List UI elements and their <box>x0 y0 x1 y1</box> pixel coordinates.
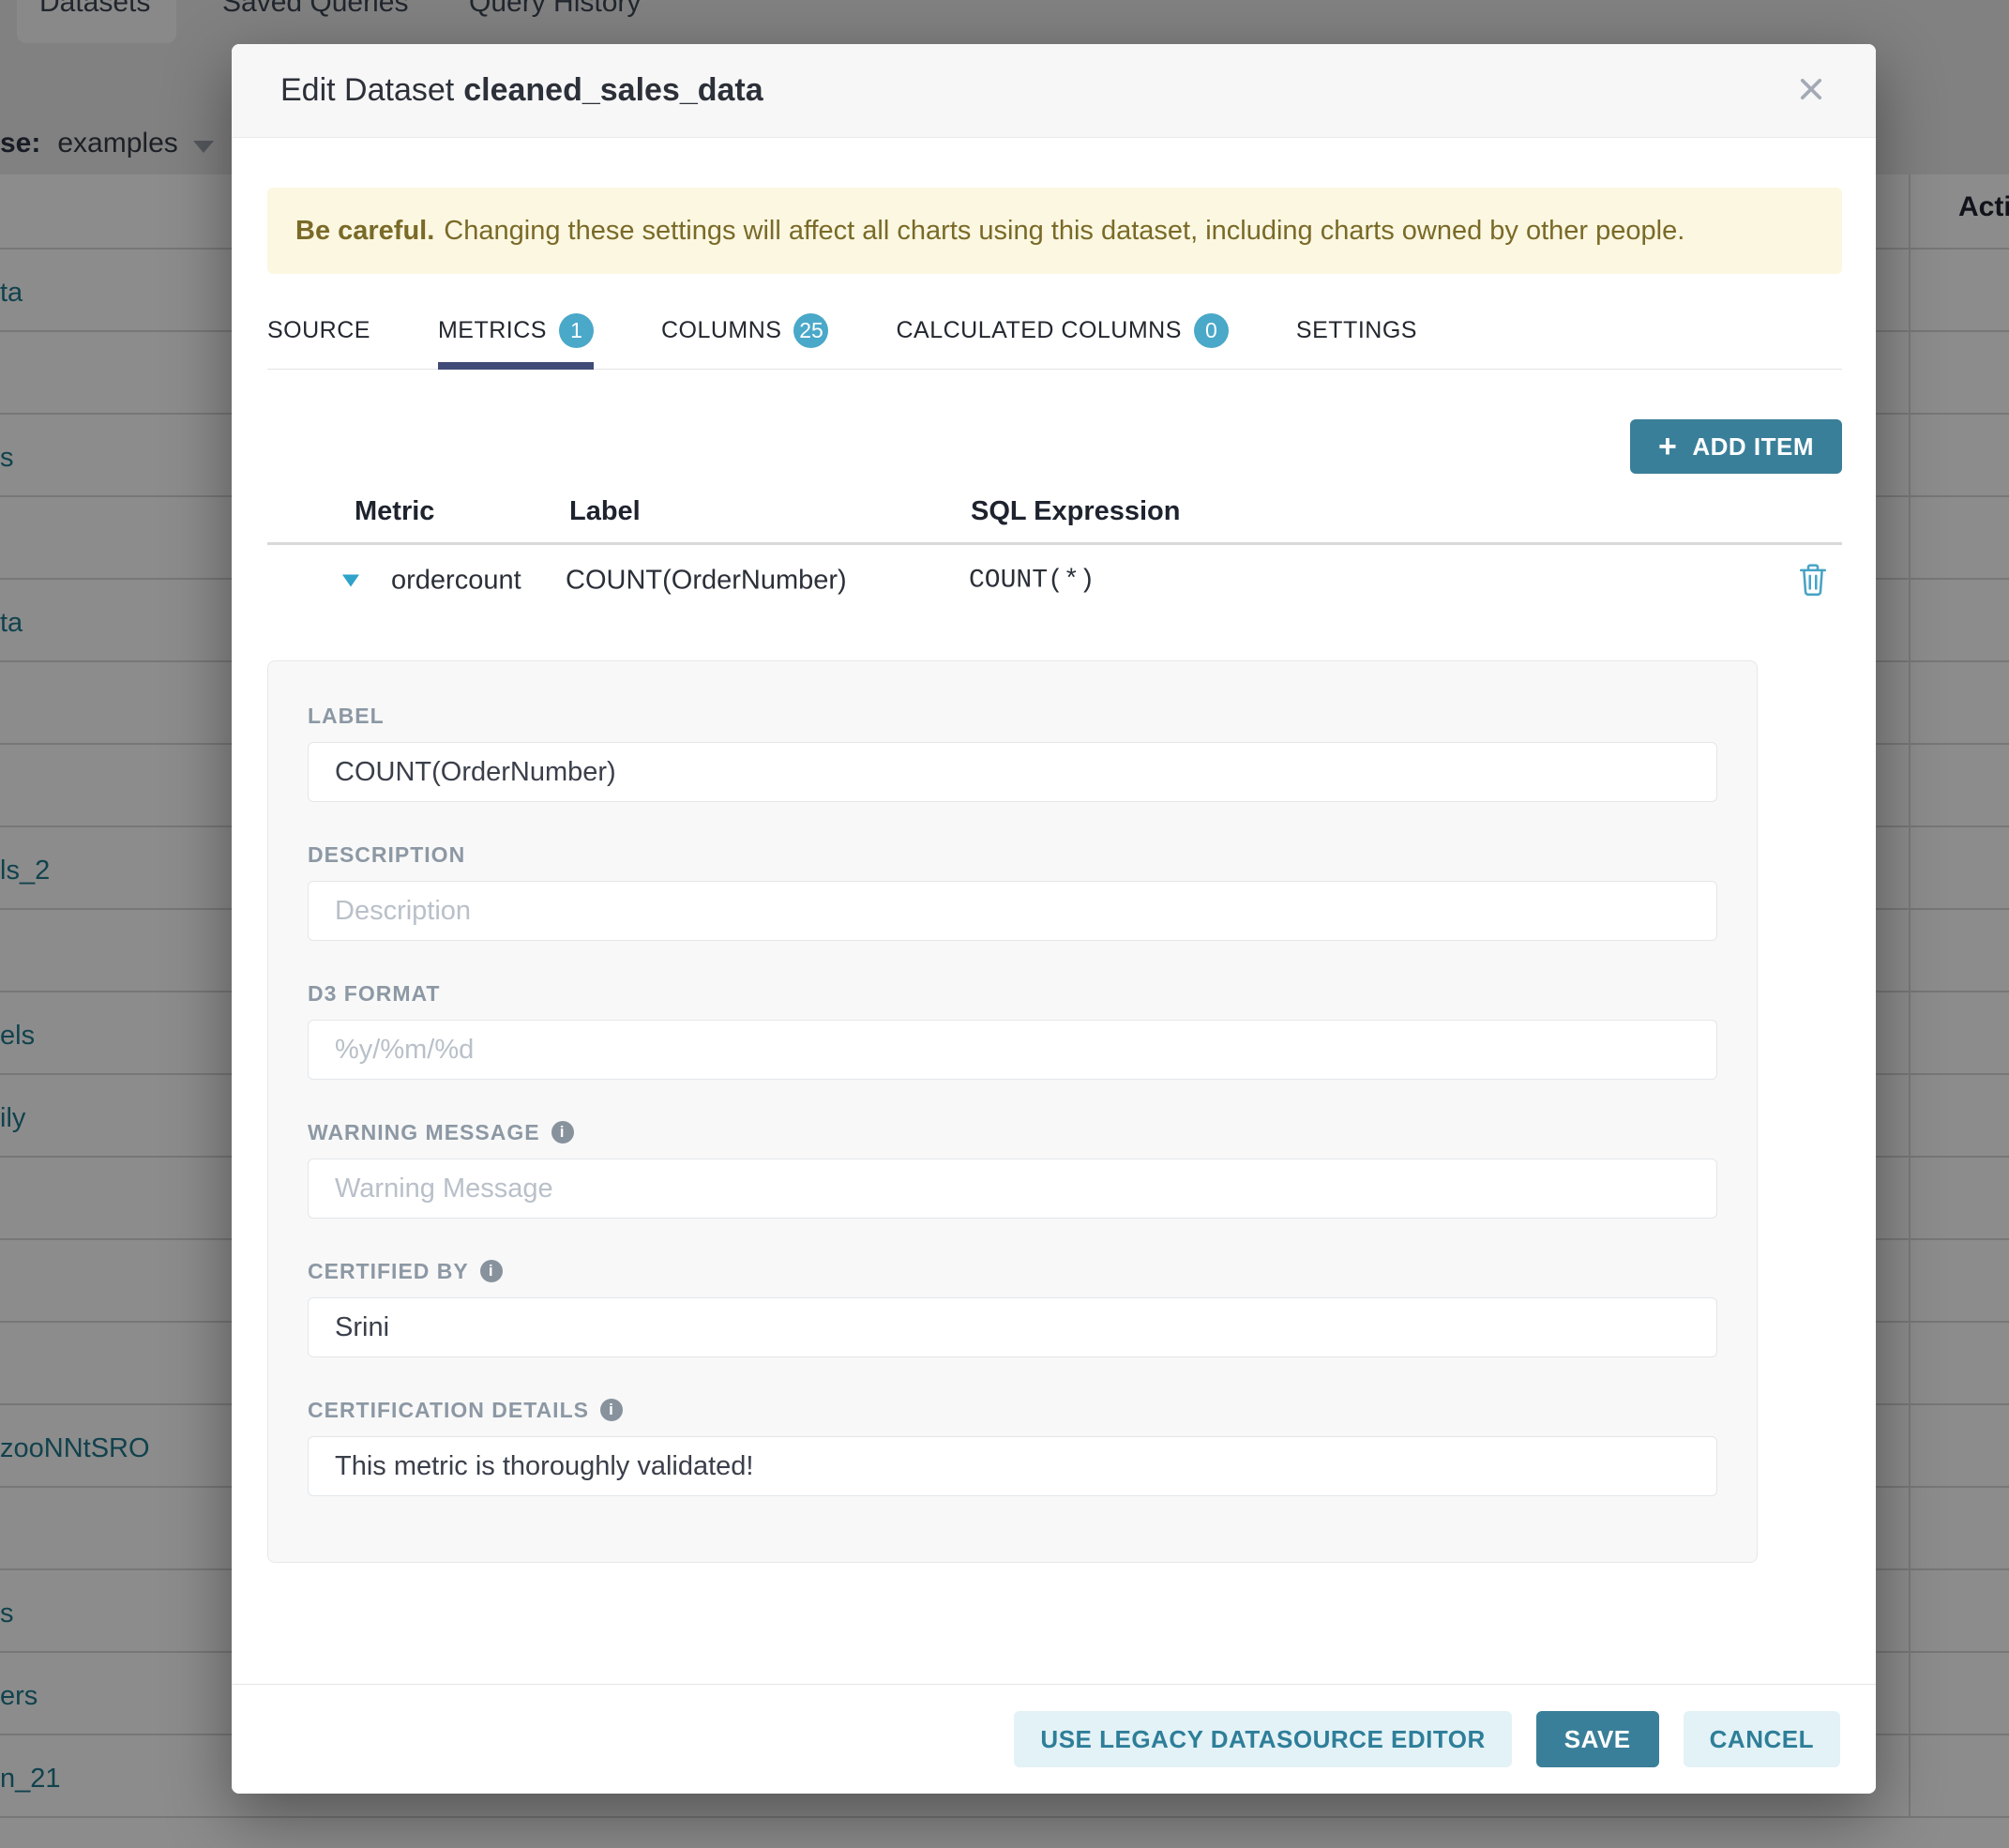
tab-source[interactable]: SOURCE <box>267 313 370 369</box>
delete-metric-button[interactable] <box>1797 562 1829 600</box>
cancel-button[interactable]: CANCEL <box>1684 1711 1840 1767</box>
metric-detail-panel: LABEL DESCRIPTION D3 FORMAT <box>267 660 1758 1563</box>
tab-columns[interactable]: COLUMNS 25 <box>661 313 829 369</box>
add-item-label: ADD ITEM <box>1692 432 1814 462</box>
edit-dataset-modal: Edit Datasetcleaned_sales_data Be carefu… <box>232 44 1876 1794</box>
warning-banner-bold: Be careful. <box>295 216 434 247</box>
screen: Datasets Saved Queries Query History se:… <box>0 0 2009 1848</box>
metric-row-ordercount: ordercount COUNT(OrderNumber) COUNT(*) <box>267 545 1842 616</box>
certified-by-input[interactable] <box>308 1297 1717 1357</box>
field-label: LABEL <box>308 703 1717 802</box>
modal-title-prefix: Edit Dataset <box>280 72 454 108</box>
field-certification-details-caption: CERTIFICATION DETAILS i <box>308 1397 1717 1423</box>
label-input[interactable] <box>308 742 1717 802</box>
metric-name-cell: ordercount <box>391 566 521 597</box>
column-header-metric: Metric <box>355 496 434 527</box>
label-text: CERTIFIED BY <box>308 1259 469 1284</box>
field-d3-format-caption: D3 FORMAT <box>308 980 1717 1007</box>
certification-details-input[interactable] <box>308 1436 1717 1496</box>
tab-source-label: SOURCE <box>267 317 370 344</box>
info-icon: i <box>600 1399 623 1421</box>
close-icon <box>1795 73 1827 108</box>
tab-settings[interactable]: SETTINGS <box>1296 313 1417 369</box>
label-text: LABEL <box>308 704 385 729</box>
tab-settings-label: SETTINGS <box>1296 317 1417 344</box>
field-certification-details: CERTIFICATION DETAILS i <box>308 1397 1717 1496</box>
column-header-sql-expression: SQL Expression <box>971 496 1181 527</box>
field-d3-format: D3 FORMAT <box>308 980 1717 1080</box>
save-button[interactable]: SAVE <box>1536 1711 1659 1767</box>
field-description: DESCRIPTION <box>308 841 1717 941</box>
tab-metrics-label: METRICS <box>438 317 547 344</box>
field-certified-by: CERTIFIED BY i <box>308 1258 1717 1357</box>
warning-message-input[interactable] <box>308 1159 1717 1219</box>
expand-caret-icon[interactable] <box>342 575 359 587</box>
label-text: D3 FORMAT <box>308 981 440 1007</box>
metric-label-cell: COUNT(OrderNumber) <box>566 566 847 597</box>
label-text: WARNING MESSAGE <box>308 1120 540 1145</box>
label-text: CERTIFICATION DETAILS <box>308 1398 589 1423</box>
modal-footer: USE LEGACY DATASOURCE EDITOR SAVE CANCEL <box>232 1684 1876 1794</box>
close-button[interactable] <box>1795 73 1827 108</box>
calculated-columns-count-badge: 0 <box>1194 313 1229 348</box>
info-icon: i <box>480 1260 503 1282</box>
add-item-row: + ADD ITEM <box>267 419 1842 474</box>
tab-metrics[interactable]: METRICS 1 <box>438 313 594 369</box>
d3-format-input[interactable] <box>308 1020 1717 1080</box>
modal-title: Edit Datasetcleaned_sales_data <box>280 72 763 109</box>
columns-count-badge: 25 <box>793 313 828 348</box>
field-description-caption: DESCRIPTION <box>308 841 1717 868</box>
field-warning-message-caption: WARNING MESSAGE i <box>308 1119 1717 1145</box>
field-label-caption: LABEL <box>308 703 1717 729</box>
warning-banner-text: Changing these settings will affect all … <box>444 216 1684 247</box>
info-icon: i <box>551 1121 574 1144</box>
modal-header: Edit Datasetcleaned_sales_data <box>232 44 1876 138</box>
column-header-label: Label <box>569 496 641 527</box>
field-warning-message: WARNING MESSAGE i <box>308 1119 1717 1219</box>
warning-banner: Be careful. Changing these settings will… <box>267 188 1842 274</box>
metrics-count-badge: 1 <box>559 313 594 348</box>
add-item-button[interactable]: + ADD ITEM <box>1630 419 1842 474</box>
description-input[interactable] <box>308 881 1717 941</box>
tab-calculated-columns-label: CALCULATED COLUMNS <box>896 317 1181 344</box>
label-text: DESCRIPTION <box>308 842 465 868</box>
trash-icon <box>1797 562 1829 600</box>
metrics-table-header: Metric Label SQL Expression <box>267 487 1842 545</box>
modal-tabs: SOURCE METRICS 1 COLUMNS 25 CALCULATED C… <box>267 313 1842 370</box>
use-legacy-datasource-editor-button[interactable]: USE LEGACY DATASOURCE EDITOR <box>1014 1711 1511 1767</box>
modal-title-dataset-name: cleaned_sales_data <box>463 72 763 108</box>
tab-columns-label: COLUMNS <box>661 317 782 344</box>
modal-body: Be careful. Changing these settings will… <box>232 188 1876 1563</box>
field-certified-by-caption: CERTIFIED BY i <box>308 1258 1717 1284</box>
metric-sql-cell: COUNT(*) <box>969 567 1095 596</box>
tab-calculated-columns[interactable]: CALCULATED COLUMNS 0 <box>896 313 1228 369</box>
